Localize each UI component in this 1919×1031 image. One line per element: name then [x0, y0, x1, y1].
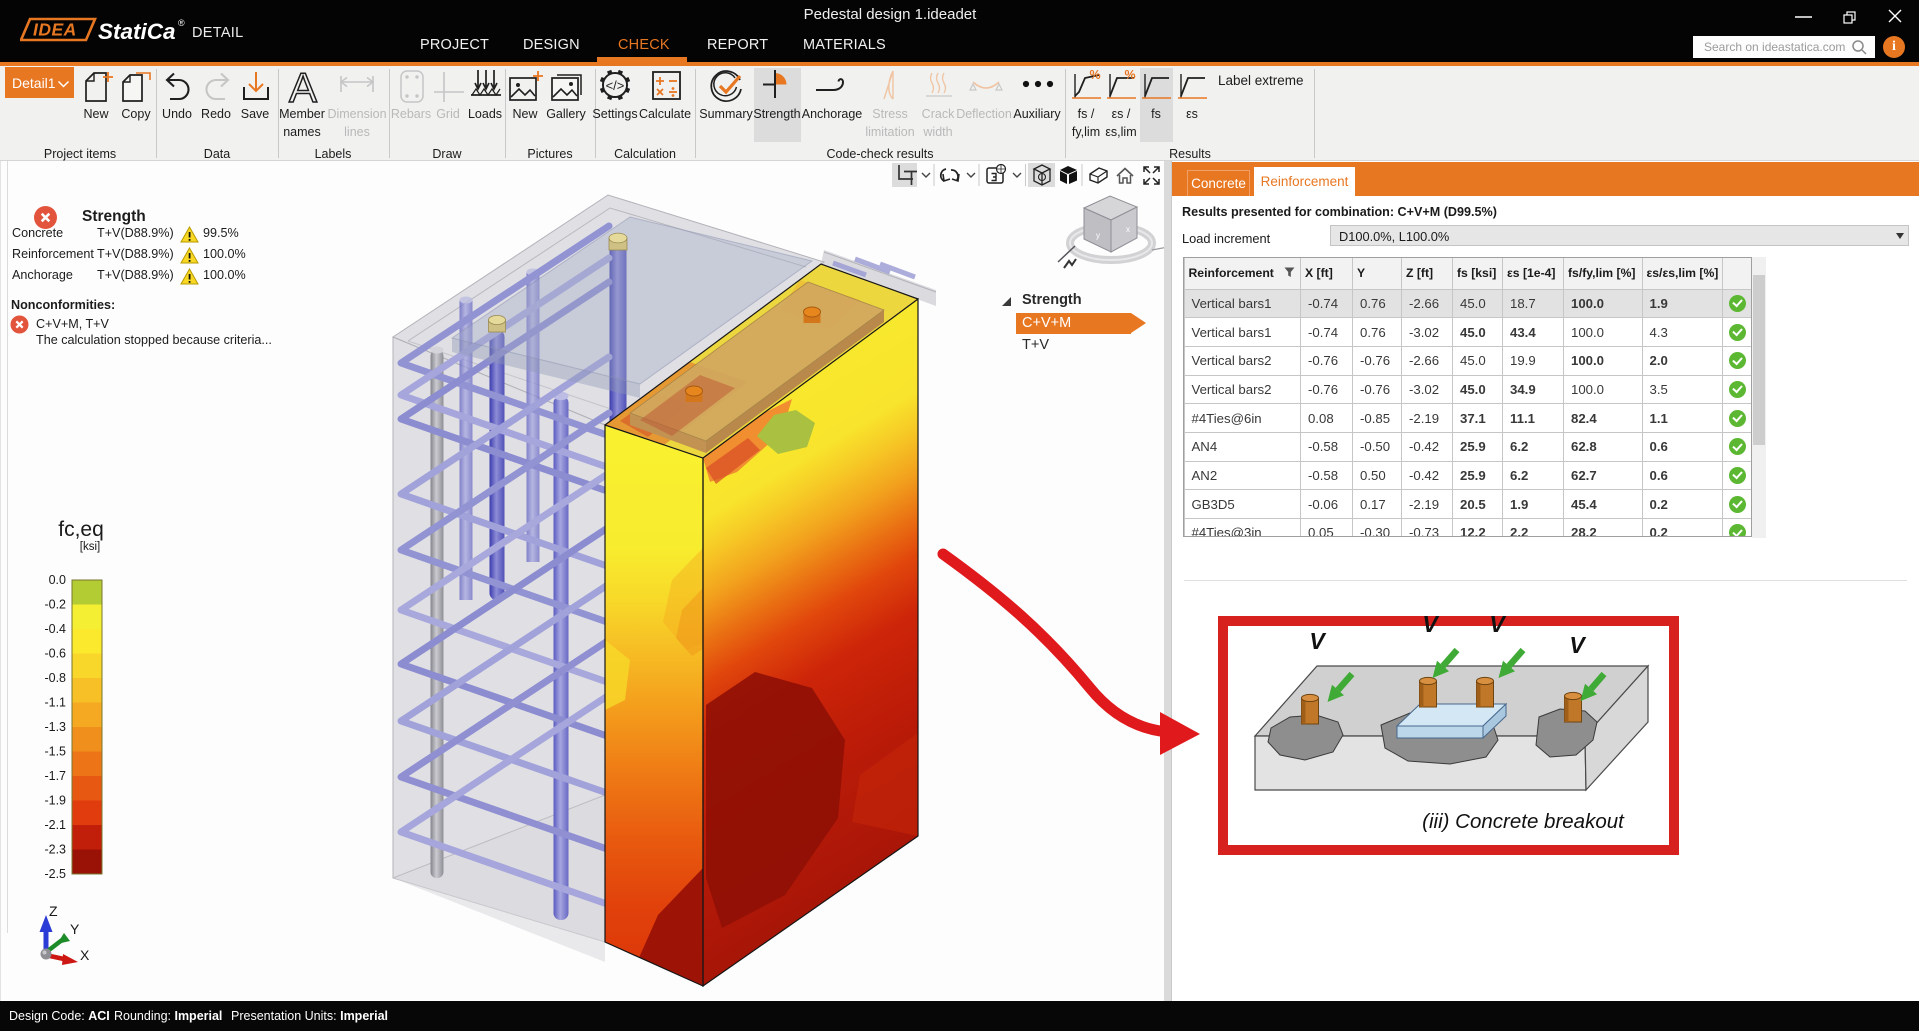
- svg-text:%: %: [1124, 68, 1135, 82]
- svg-text:-1.9: -1.9: [44, 794, 66, 808]
- svg-text:-0.8: -0.8: [44, 671, 66, 685]
- svg-text:V: V: [1309, 628, 1326, 654]
- svg-text:%: %: [1089, 68, 1100, 82]
- svg-text:DETAIL: DETAIL: [192, 25, 244, 41]
- svg-text:-1.3: -1.3: [44, 720, 66, 734]
- svg-text:-1.7: -1.7: [44, 769, 66, 783]
- svg-text:V: V: [1489, 612, 1506, 637]
- svg-text:0.0: 0.0: [49, 573, 66, 587]
- svg-text:®: ®: [178, 18, 185, 28]
- svg-text:-0.6: -0.6: [44, 647, 66, 661]
- svg-text:-2.3: -2.3: [44, 843, 66, 857]
- svg-text:-2.1: -2.1: [44, 818, 66, 832]
- svg-text:-0.4: -0.4: [44, 622, 66, 636]
- svg-text:StatiCa: StatiCa: [98, 19, 176, 44]
- svg-text:A: A: [289, 68, 317, 106]
- svg-text:-2.5: -2.5: [44, 867, 66, 881]
- svg-text:(iii) Concrete breakout: (iii) Concrete breakout: [1422, 810, 1625, 833]
- svg-text:fc,eq: fc,eq: [58, 518, 104, 541]
- svg-text:-0.2: -0.2: [44, 598, 66, 612]
- svg-text:X: X: [80, 947, 90, 963]
- svg-text:Y: Y: [70, 921, 80, 937]
- svg-text:-1.5: -1.5: [44, 745, 66, 759]
- svg-text:Z: Z: [49, 903, 58, 919]
- svg-text:[ksi]: [ksi]: [80, 541, 100, 553]
- svg-text:</>: </>: [606, 78, 625, 93]
- svg-text:x: x: [1126, 225, 1130, 234]
- svg-text:V: V: [1569, 632, 1586, 658]
- svg-text:IDEA: IDEA: [33, 20, 77, 40]
- svg-text:y: y: [1096, 231, 1100, 240]
- svg-text:-1.1: -1.1: [44, 696, 66, 710]
- svg-text:V: V: [1422, 612, 1439, 637]
